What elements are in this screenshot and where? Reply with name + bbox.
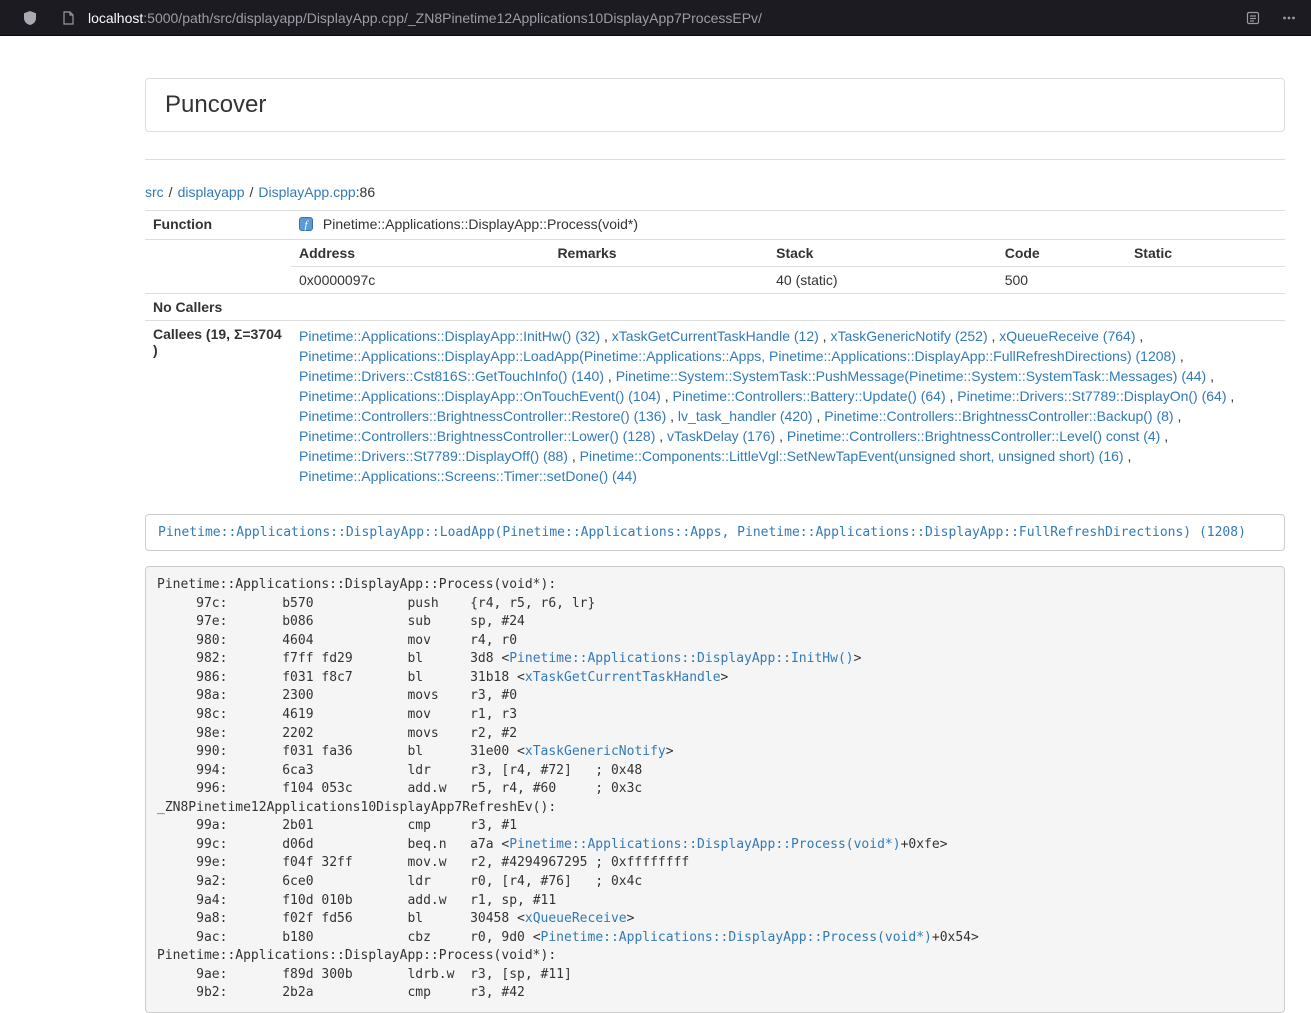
highlighted-symbol-box: Pinetime::Applications::DisplayApp::Load… — [145, 514, 1285, 551]
callee-link[interactable]: Pinetime::Controllers::BrightnessControl… — [299, 408, 666, 424]
callees-row: Callees (19, Σ=3704 ) Pinetime::Applicat… — [145, 321, 1285, 492]
breadcrumb-line-number: :86 — [356, 184, 375, 200]
stats-row: Address Remarks Stack Code Static 0x0000… — [145, 240, 1285, 294]
callee-link[interactable]: Pinetime::Applications::DisplayApp::Init… — [299, 328, 600, 344]
breadcrumb-separator: / — [250, 184, 254, 200]
stack-value: 40 (static) — [768, 267, 997, 294]
callee-separator: , — [666, 408, 678, 424]
callee-separator: , — [813, 408, 825, 424]
function-name-cell: f Pinetime::Applications::DisplayApp::Pr… — [291, 211, 1285, 240]
callees-label: Callees (19, Σ=3704 ) — [145, 321, 291, 492]
callee-separator: , — [568, 448, 580, 464]
callee-link[interactable]: Pinetime::Drivers::St7789::DisplayOn() (… — [957, 388, 1226, 404]
callee-separator: , — [988, 328, 1000, 344]
disassembly-symbol-link[interactable]: xTaskGetCurrentTaskHandle — [525, 670, 721, 685]
callee-link[interactable]: Pinetime::Applications::Screens::Timer::… — [299, 468, 637, 484]
callee-separator: , — [1206, 368, 1214, 384]
callee-link[interactable]: Pinetime::Controllers::BrightnessControl… — [824, 408, 1173, 424]
code-value: 500 — [997, 267, 1126, 294]
breadcrumb-link-src[interactable]: src — [145, 184, 164, 200]
callee-separator: , — [661, 388, 673, 404]
url-path: :5000/path/src/displayapp/DisplayApp.cpp… — [143, 10, 762, 26]
disassembly: Pinetime::Applications::DisplayApp::Proc… — [145, 566, 1285, 1013]
callee-separator: , — [1135, 328, 1143, 344]
callee-link[interactable]: vTaskDelay (176) — [667, 428, 775, 444]
callee-link[interactable]: xTaskGetCurrentTaskHandle (12) — [612, 328, 819, 344]
url-bar[interactable]: localhost:5000/path/src/displayapp/Displ… — [44, 4, 1239, 32]
callee-separator: , — [946, 388, 958, 404]
callee-link[interactable]: Pinetime::Drivers::St7789::DisplayOff() … — [299, 448, 568, 464]
disassembly-symbol-link[interactable]: Pinetime::Applications::DisplayApp::Proc… — [509, 837, 900, 852]
no-callers-row: No Callers — [145, 294, 1285, 321]
breadcrumb-separator: / — [169, 184, 173, 200]
col-header-static: Static — [1126, 240, 1285, 267]
site-identity-icon[interactable] — [54, 4, 82, 32]
callee-separator: , — [1124, 448, 1132, 464]
callee-link[interactable]: Pinetime::Controllers::BrightnessControl… — [299, 428, 655, 444]
function-row: Function f Pinetime::Applications::Displ… — [145, 211, 1285, 240]
stats-value-row: 0x0000097c 40 (static) 500 — [291, 267, 1285, 294]
static-value — [1126, 267, 1285, 294]
callee-separator: , — [1176, 348, 1184, 364]
callees-cell: Pinetime::Applications::DisplayApp::Init… — [291, 321, 1285, 492]
callee-link[interactable]: lv_task_handler (420) — [678, 408, 813, 424]
callee-link[interactable]: Pinetime::Applications::DisplayApp::Load… — [299, 348, 1176, 364]
col-header-remarks: Remarks — [549, 240, 768, 267]
more-options-icon-glyph — [1282, 11, 1296, 25]
stats-table: Address Remarks Stack Code Static 0x0000… — [291, 240, 1285, 293]
col-header-code: Code — [997, 240, 1126, 267]
callee-link[interactable]: Pinetime::System::SystemTask::PushMessag… — [616, 368, 1207, 384]
stats-header-row: Address Remarks Stack Code Static — [291, 240, 1285, 267]
callee-separator: , — [604, 368, 616, 384]
col-header-stack: Stack — [768, 240, 997, 267]
function-row-label: Function — [145, 211, 291, 240]
callee-separator: , — [1174, 408, 1182, 424]
stats-table-cell: Address Remarks Stack Code Static 0x0000… — [291, 240, 1285, 294]
page-container: Puncover src/displayapp/DisplayApp.cpp:8… — [145, 78, 1285, 1013]
col-header-address: Address — [291, 240, 549, 267]
app-title-panel: Puncover — [145, 78, 1285, 132]
reader-view-icon[interactable] — [1239, 4, 1267, 32]
shield-icon-glyph — [22, 10, 38, 26]
callee-separator: , — [775, 428, 787, 444]
callee-link[interactable]: Pinetime::Drivers::Cst816S::GetTouchInfo… — [299, 368, 604, 384]
callee-link[interactable]: Pinetime::Components::LittleVgl::SetNewT… — [580, 448, 1124, 464]
browser-toolbar: localhost:5000/path/src/displayapp/Displ… — [0, 0, 1311, 36]
stats-row-label — [145, 240, 291, 294]
function-icon: f — [299, 217, 313, 234]
callee-separator: , — [600, 328, 612, 344]
url-host: localhost — [88, 10, 143, 26]
disassembly-symbol-link[interactable]: Pinetime::Applications::DisplayApp::Init… — [509, 651, 853, 666]
callee-link[interactable]: xTaskGenericNotify (252) — [830, 328, 987, 344]
callee-separator: , — [655, 428, 667, 444]
callee-link[interactable]: Pinetime::Controllers::Battery::Update()… — [673, 388, 946, 404]
breadcrumb: src/displayapp/DisplayApp.cpp:86 — [145, 184, 1285, 200]
page-icon-glyph — [61, 11, 75, 25]
function-name: Pinetime::Applications::DisplayApp::Proc… — [323, 216, 638, 232]
callee-link[interactable]: Pinetime::Controllers::BrightnessControl… — [787, 428, 1160, 444]
reader-view-icon-glyph — [1246, 11, 1260, 25]
url-text: localhost:5000/path/src/displayapp/Displ… — [88, 10, 762, 26]
callee-separator: , — [819, 328, 831, 344]
disassembly-symbol-link[interactable]: Pinetime::Applications::DisplayApp::Proc… — [541, 930, 932, 945]
no-callers-cell — [291, 294, 1285, 321]
symbol-table: Function f Pinetime::Applications::Displ… — [145, 210, 1285, 491]
address-value: 0x0000097c — [291, 267, 549, 294]
shield-icon[interactable] — [16, 4, 44, 32]
breadcrumb-link-file[interactable]: DisplayApp.cpp — [258, 184, 355, 200]
disassembly-symbol-link[interactable]: xQueueReceive — [525, 911, 627, 926]
more-options-icon[interactable] — [1275, 4, 1303, 32]
highlighted-symbol-link[interactable]: Pinetime::Applications::DisplayApp::Load… — [158, 525, 1246, 540]
app-title: Puncover — [165, 91, 266, 118]
divider — [145, 159, 1285, 160]
callee-separator: , — [1160, 428, 1168, 444]
callee-link[interactable]: xQueueReceive (764) — [999, 328, 1135, 344]
disassembly-symbol-link[interactable]: xTaskGenericNotify — [525, 744, 666, 759]
remarks-value — [549, 267, 768, 294]
callee-link[interactable]: Pinetime::Applications::DisplayApp::OnTo… — [299, 388, 661, 404]
breadcrumb-link-displayapp[interactable]: displayapp — [178, 184, 245, 200]
callee-separator: , — [1227, 388, 1235, 404]
no-callers-label: No Callers — [145, 294, 291, 321]
